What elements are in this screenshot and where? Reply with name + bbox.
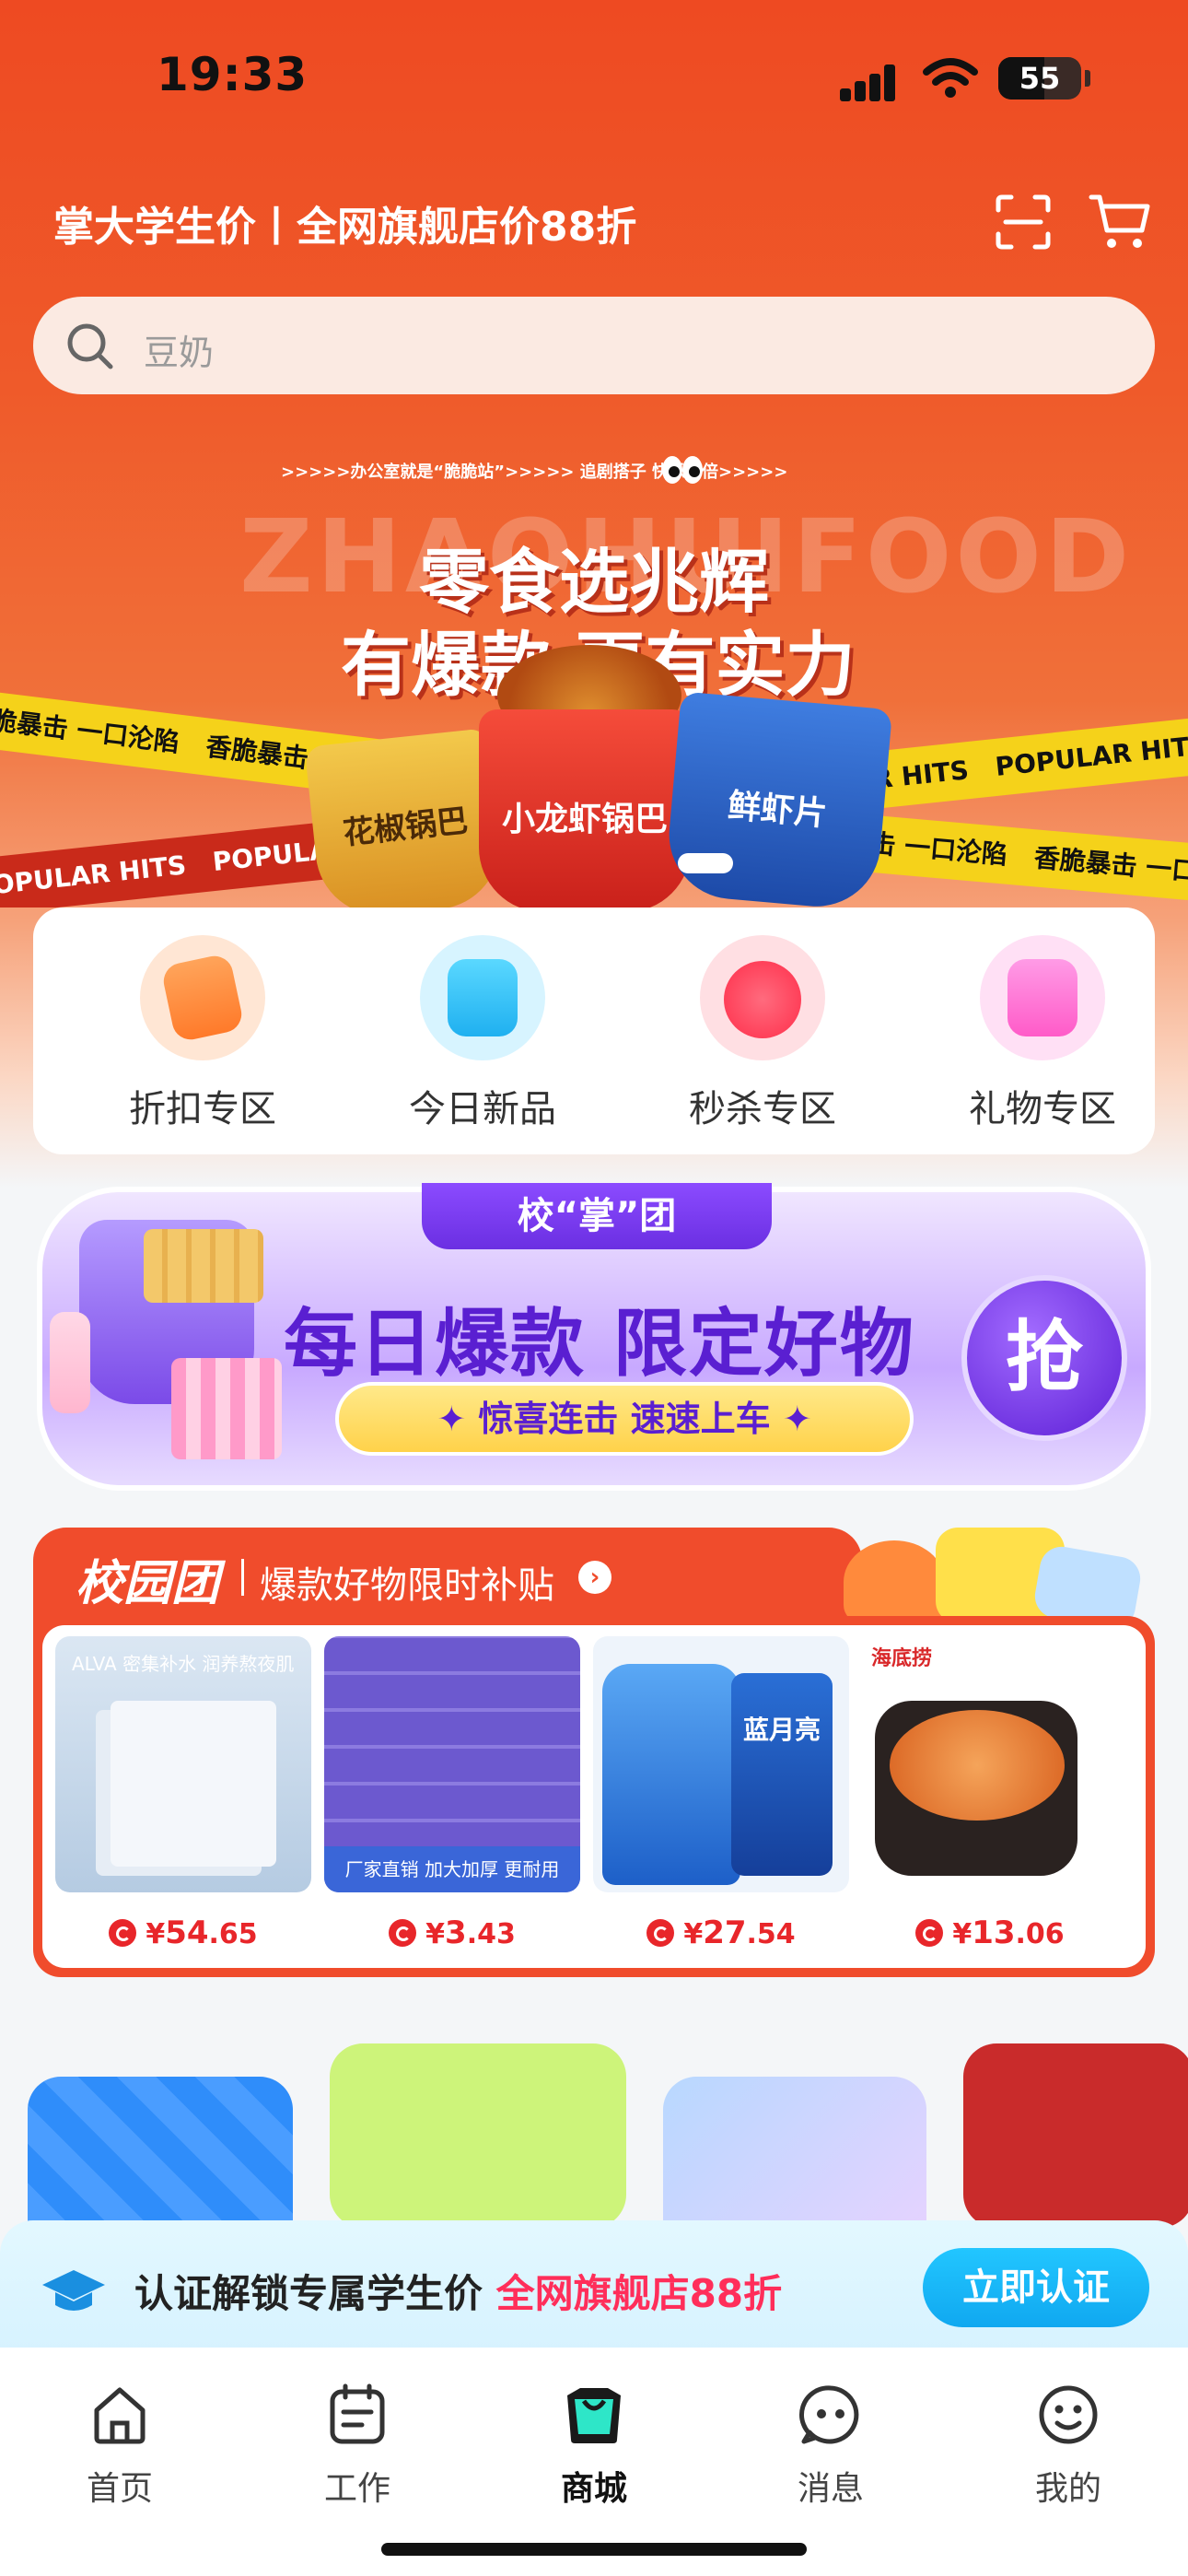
coupon-icon bbox=[646, 1919, 675, 1947]
bottle-image bbox=[50, 1312, 90, 1413]
verify-message: 认证解锁专属学生价 全网旗舰店88折 bbox=[134, 2271, 783, 2316]
clipboard-icon bbox=[330, 2383, 385, 2444]
stopwatch-icon bbox=[700, 935, 825, 1060]
promo-tile[interactable] bbox=[330, 2043, 626, 2228]
team-banner-tab: 校“掌”团 bbox=[422, 1183, 772, 1249]
home-indicator bbox=[381, 2543, 807, 2556]
cellular-signal-icon bbox=[840, 63, 904, 101]
gift-box-image bbox=[171, 1358, 282, 1459]
promo-banner[interactable]: ZHAOHUIFOOD >>>>>办公室就是“脆脆站”>>>>> 追剧搭子 快乐… bbox=[0, 433, 1188, 907]
category-new[interactable]: 今日新品 bbox=[390, 935, 575, 1138]
campus-tagline: 爆款好物限时补贴 bbox=[260, 1564, 554, 1607]
product-image: 蓝月亮 bbox=[593, 1636, 849, 1892]
product-image: 海底捞 bbox=[862, 1636, 1118, 1892]
team-banner-sub: ✦ 惊喜连击 速速上车 ✦ bbox=[335, 1382, 914, 1456]
category-bar: 折扣专区 今日新品 秒杀专区 礼物专区 bbox=[33, 907, 1155, 1154]
product-image: ALVA 密集补水 润养熬夜肌 bbox=[55, 1636, 311, 1892]
tab-home[interactable]: 首页 bbox=[46, 2383, 193, 2510]
tab-profile[interactable]: 我的 bbox=[995, 2383, 1142, 2510]
battery-tip bbox=[1085, 70, 1090, 87]
banner-top-line: >>>>>办公室就是“脆脆站”>>>>> 追剧搭子 快乐加倍>>>>> bbox=[281, 463, 788, 482]
shopping-bag-icon bbox=[567, 2388, 621, 2443]
gift-icon bbox=[980, 935, 1105, 1060]
category-flash-sale[interactable]: 秒杀专区 bbox=[670, 935, 855, 1138]
tab-work[interactable]: 工作 bbox=[284, 2383, 431, 2510]
coupon-icon bbox=[109, 1919, 137, 1947]
grab-button[interactable]: 抢 bbox=[961, 1275, 1127, 1441]
battery-icon: 55 bbox=[998, 57, 1081, 100]
product-price: ¥13.06 bbox=[862, 1914, 1118, 1951]
smile-icon bbox=[1039, 2385, 1098, 2444]
search-icon bbox=[67, 323, 113, 369]
team-deal-banner[interactable]: 校“掌”团 每日爆款 限定好物 ✦ 惊喜连击 速速上车 ✦ 抢 bbox=[37, 1183, 1151, 1491]
tab-mall[interactable]: 商城 bbox=[520, 2383, 668, 2510]
tab-label: 我的 bbox=[1034, 2470, 1101, 2508]
product-bucket: 鲜虾片 bbox=[663, 691, 893, 907]
battery-level: 55 bbox=[1019, 61, 1061, 96]
campus-group-section: 校园团 爆款好物限时补贴 › ALVA 密集补水 润养熬夜肌 ¥54.65 厂家… bbox=[33, 1528, 1155, 1977]
campus-header[interactable]: 校园团 爆款好物限时补贴 › bbox=[33, 1528, 862, 1620]
new-tag-icon bbox=[420, 935, 545, 1060]
divider bbox=[241, 1559, 244, 1596]
category-label: 秒杀专区 bbox=[689, 1088, 836, 1130]
status-bar: 19:33 55 bbox=[0, 0, 1188, 147]
tab-messages[interactable]: 消息 bbox=[757, 2383, 904, 2510]
product-card[interactable]: 厂家直销 加大加厚 更耐用 ¥3.43 bbox=[324, 1636, 580, 1951]
mascot-image bbox=[844, 1540, 945, 1623]
product-price: ¥3.43 bbox=[324, 1914, 580, 1951]
coupon-icon bbox=[915, 1919, 944, 1947]
graduation-cap-icon bbox=[42, 2270, 105, 2311]
campus-brand: 校园团 bbox=[76, 1556, 220, 1611]
student-verify-bar: 认证解锁专属学生价 全网旗舰店88折 立即认证 bbox=[0, 2220, 1188, 2359]
message-icon bbox=[799, 2385, 859, 2444]
scan-icon[interactable] bbox=[995, 193, 1052, 251]
category-label: 折扣专区 bbox=[129, 1088, 276, 1130]
status-time: 19:33 bbox=[157, 48, 309, 101]
search-input[interactable]: 豆奶 bbox=[144, 324, 214, 375]
bottom-tab-bar: 首页 工作 商城 消息 我的 bbox=[0, 2348, 1188, 2576]
product-price: ¥27.54 bbox=[593, 1914, 849, 1951]
category-discount[interactable]: 折扣专区 bbox=[111, 935, 295, 1138]
category-gifts[interactable]: 礼物专区 bbox=[950, 935, 1135, 1138]
category-label: 今日新品 bbox=[409, 1088, 556, 1130]
home-icon bbox=[94, 2387, 146, 2444]
product-card[interactable]: 蓝月亮 ¥27.54 bbox=[593, 1636, 849, 1951]
product-bucket: 小龙虾锅巴 bbox=[479, 709, 691, 907]
wifi-icon bbox=[923, 58, 978, 98]
coupon-icon bbox=[389, 1919, 417, 1947]
product-card[interactable]: 海底捞 ¥13.06 bbox=[862, 1636, 1118, 1951]
discount-icon bbox=[140, 935, 265, 1060]
tab-label: 商城 bbox=[560, 2470, 627, 2508]
eyes-icon bbox=[662, 456, 703, 484]
carousel-indicator bbox=[678, 853, 733, 873]
product-card[interactable]: ALVA 密集补水 润养熬夜肌 ¥54.65 bbox=[55, 1636, 311, 1951]
team-banner-headline: 每日爆款 限定好物 bbox=[284, 1301, 915, 1387]
campus-products: ALVA 密集补水 润养熬夜肌 ¥54.65 厂家直销 加大加厚 更耐用 ¥3.… bbox=[33, 1616, 1155, 1977]
shopping-cart-icon[interactable] bbox=[1089, 192, 1153, 252]
tab-label: 工作 bbox=[323, 2470, 390, 2508]
category-label: 礼物专区 bbox=[969, 1088, 1116, 1130]
product-bucket: 花椒锅巴 bbox=[304, 728, 507, 907]
page-title: 掌大学生价丨全网旗舰店价88折 bbox=[53, 204, 637, 251]
product-price: ¥54.65 bbox=[55, 1914, 311, 1951]
product-image: 厂家直销 加大加厚 更耐用 bbox=[324, 1636, 580, 1892]
chevron-right-icon[interactable]: › bbox=[578, 1561, 611, 1594]
verify-button[interactable]: 立即认证 bbox=[923, 2248, 1149, 2327]
tab-label: 首页 bbox=[86, 2470, 153, 2508]
search-bar[interactable]: 豆奶 bbox=[33, 297, 1155, 394]
promo-tile[interactable] bbox=[963, 2043, 1188, 2228]
tab-label: 消息 bbox=[797, 2470, 864, 2508]
